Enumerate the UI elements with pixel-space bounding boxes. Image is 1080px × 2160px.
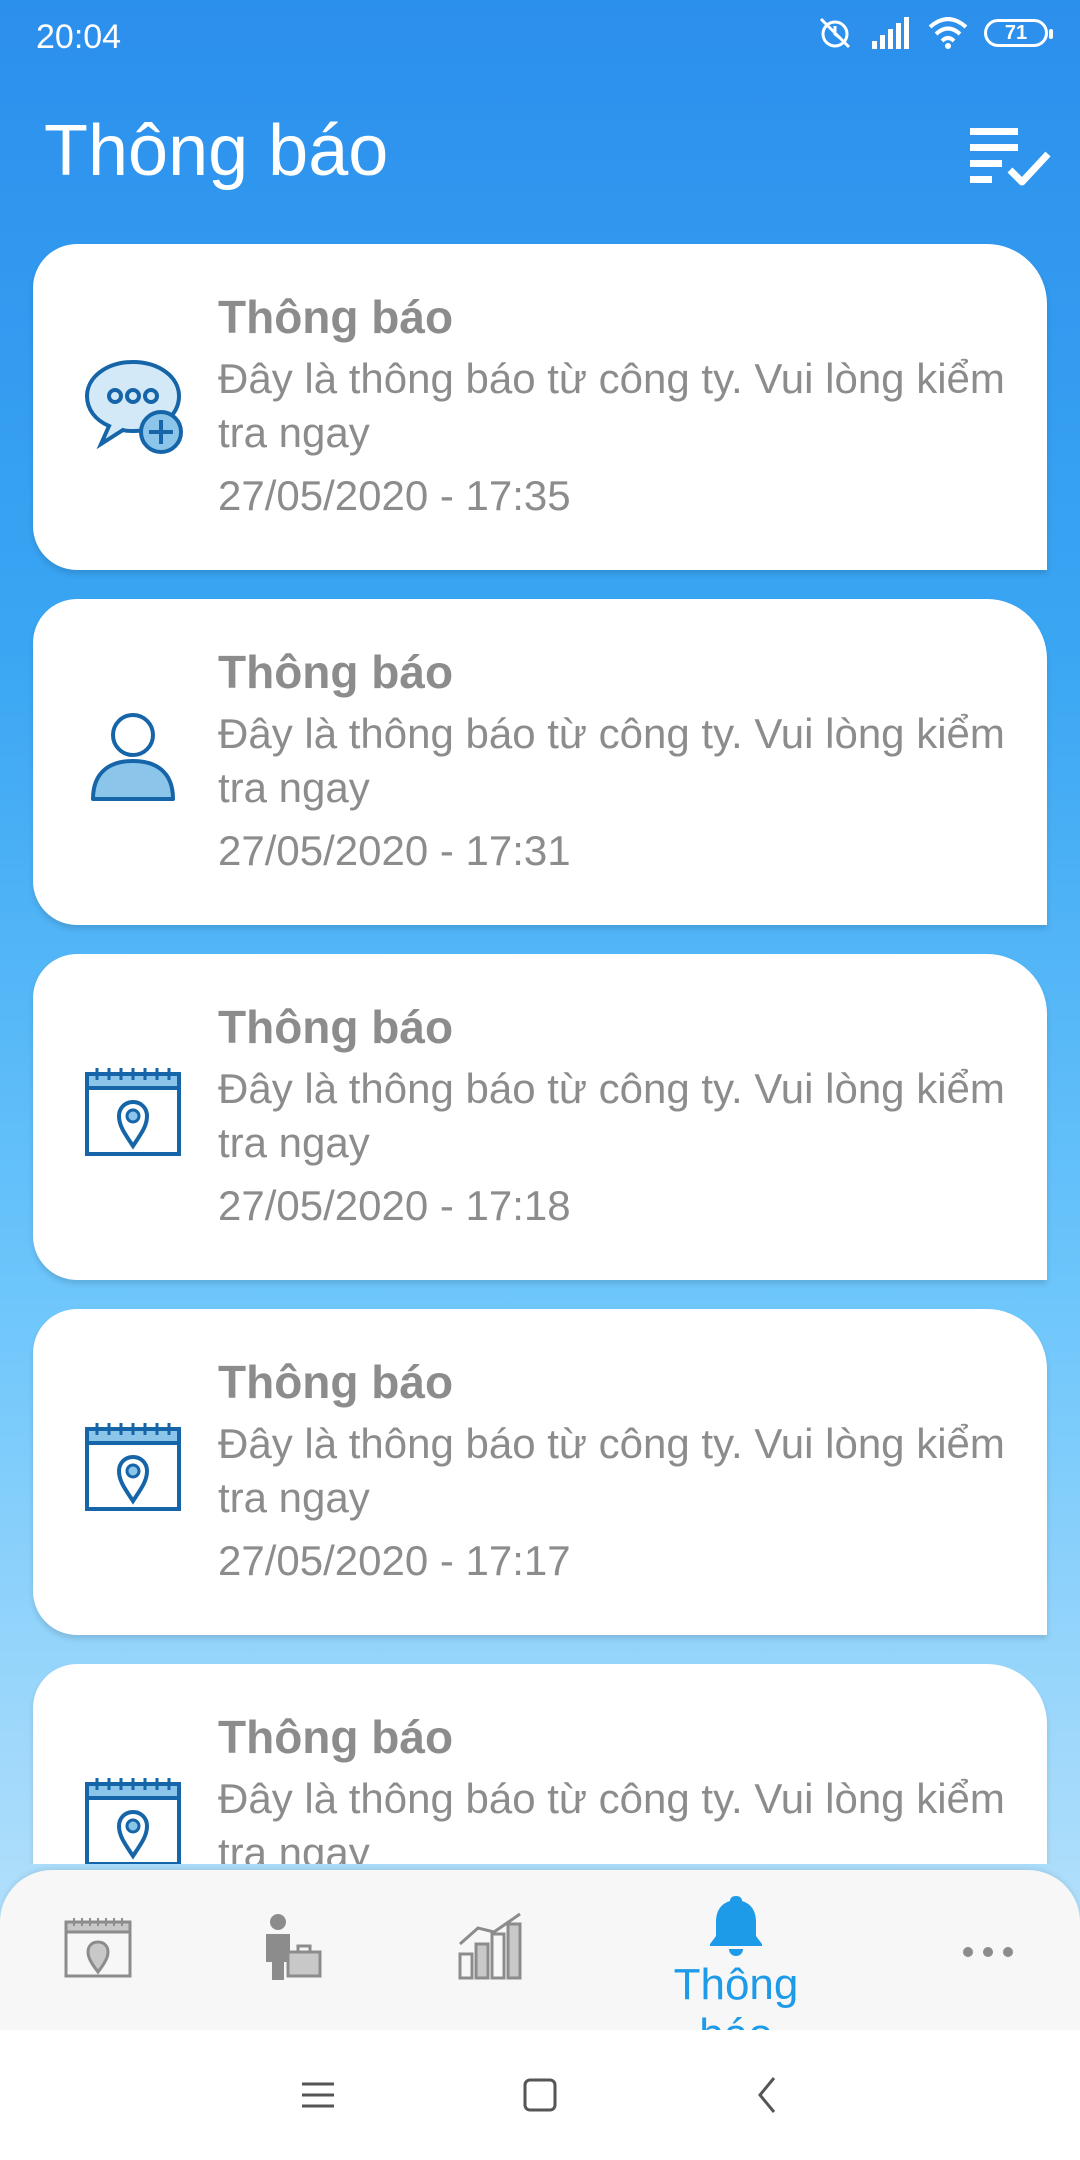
- system-home-button[interactable]: [500, 2060, 580, 2130]
- battery-level: 71: [1004, 21, 1028, 44]
- bottom-nav: Thông báo: [0, 1870, 1080, 2059]
- notification-body: Đây là thông báo từ công ty. Vui lòng ki…: [218, 1065, 1005, 1166]
- notification-title: Thông báo: [218, 1711, 454, 1763]
- menu-icon: [302, 2082, 334, 2108]
- notification-time: 27/05/2020 - 17:18: [218, 1182, 571, 1229]
- calendar-location-icon: [64, 1918, 132, 1978]
- calendar-location-icon: [85, 1778, 181, 1864]
- notification-card[interactable]: Thông báo Đây là thông báo từ công ty. V…: [33, 599, 1047, 925]
- back-icon: [758, 2077, 776, 2113]
- mark-all-read-icon: [970, 128, 1051, 186]
- mark-all-read-button[interactable]: [966, 118, 1056, 198]
- system-back-button[interactable]: [728, 2060, 808, 2130]
- notification-time: 27/05/2020 - 17:35: [218, 472, 571, 519]
- notification-title: Thông báo: [218, 291, 454, 343]
- system-nav-bar: [0, 2030, 1080, 2160]
- page-title: Thông báo: [44, 111, 389, 191]
- notification-body: Đây là thông báo từ công ty. Vui lòng ki…: [218, 710, 1005, 811]
- notification-body: Đây là thông báo từ công ty. Vui lòng ki…: [218, 355, 1005, 456]
- battery-indicator: 71: [984, 19, 1053, 47]
- notification-card[interactable]: Thông báo Đây là thông báo từ công ty. V…: [33, 1309, 1047, 1635]
- notification-card[interactable]: Thông báo Đây là thông báo từ công ty. V…: [33, 954, 1047, 1280]
- status-icons: 71: [816, 14, 1053, 52]
- notification-time: 27/05/2020 - 17:31: [218, 827, 571, 874]
- nav-item-calendar[interactable]: [0, 1870, 200, 2030]
- wifi-icon: [928, 17, 968, 49]
- status-time: 20:04: [36, 18, 122, 56]
- notification-title: Thông báo: [218, 646, 454, 698]
- status-bar: 20:04 71: [0, 0, 1080, 76]
- home-icon: [523, 2078, 557, 2112]
- nav-item-statistics[interactable]: [390, 1870, 590, 2030]
- more-icon: [963, 1947, 1013, 1957]
- notification-body: Đây là thông báo từ công ty. Vui lòng ki…: [218, 1775, 1005, 1864]
- notification-time: 27/05/2020 - 17:17: [218, 1537, 571, 1584]
- notification-list: Thông báo Đây là thông báo từ công ty. V…: [0, 244, 1080, 1864]
- notification-card[interactable]: Thông báo Đây là thông báo từ công ty. V…: [33, 244, 1047, 570]
- calendar-location-icon: [85, 1423, 181, 1511]
- notification-title: Thông báo: [218, 1001, 454, 1053]
- app-header: Thông báo: [0, 90, 1080, 220]
- notification-body: Đây là thông báo từ công ty. Vui lòng ki…: [218, 1420, 1005, 1521]
- statistics-chart-icon: [458, 1912, 522, 1980]
- employee-briefcase-icon: [266, 1914, 322, 1980]
- nav-item-notifications[interactable]: Thông báo: [636, 1870, 836, 2059]
- nav-item-more[interactable]: [880, 1870, 1080, 2030]
- user-icon: [91, 713, 175, 801]
- nav-item-employee[interactable]: [190, 1870, 390, 2030]
- chat-add-icon: [84, 359, 183, 454]
- alarm-off-icon: [819, 17, 851, 49]
- notification-card[interactable]: Thông báo Đây là thông báo từ công ty. V…: [33, 1664, 1047, 1864]
- notification-title: Thông báo: [218, 1356, 454, 1408]
- system-menu-button[interactable]: [278, 2060, 358, 2130]
- bell-icon: [710, 1896, 762, 1956]
- calendar-location-icon: [85, 1068, 181, 1156]
- signal-icon: [872, 17, 909, 49]
